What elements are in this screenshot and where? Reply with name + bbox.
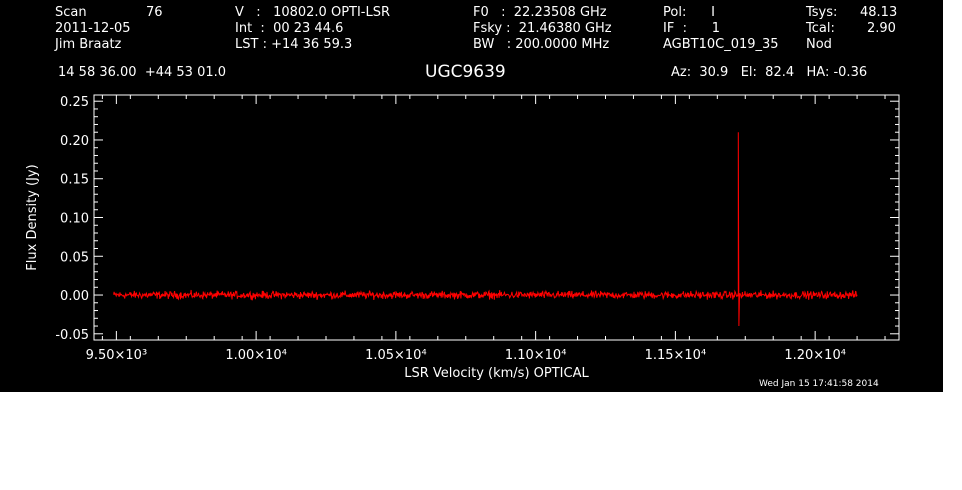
y-tick-label: 0.00 (60, 289, 89, 304)
spectrum-chart: 9.50×10³ 1.00×10⁴ 1.05×10⁴ 1.10×10⁴ 1.15×10⁴… (25, 94, 900, 381)
x-tick-label: 1.10×10⁴ (505, 348, 567, 363)
y-tick-label: 0.25 (60, 95, 89, 110)
y-tick-label: 0.15 (60, 173, 89, 188)
y-tick-label: 0.05 (60, 250, 89, 265)
y-tick-label: -0.05 (55, 328, 89, 343)
spectrum-line (113, 132, 858, 327)
x-tick-label: 9.50×10³ (86, 348, 148, 363)
y-axis-label: Flux Density (Jy) (25, 164, 40, 270)
x-tick-label: 1.05×10⁴ (365, 348, 427, 363)
x-tick-label: 1.20×10⁴ (784, 348, 846, 363)
y-tick-label: 0.10 (60, 212, 89, 227)
x-tick-label: 1.00×10⁴ (225, 348, 287, 363)
x-axis-label: LSR Velocity (km/s) OPTICAL (404, 366, 589, 381)
plot-frame (93, 94, 900, 341)
x-tick-label: 1.15×10⁴ (645, 348, 707, 363)
y-tick-label: 0.20 (60, 134, 89, 149)
plot-panel: Scan 76 2011-12-05 Jim Braatz V : 10802.… (0, 0, 943, 392)
